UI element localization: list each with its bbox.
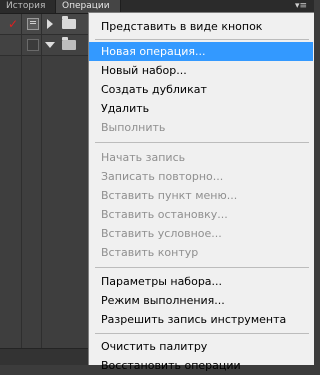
- column-divider: [41, 14, 42, 349]
- menu-item-insert-stop[interactable]: Вставить остановку...: [89, 205, 313, 224]
- menu-separator: [95, 39, 309, 40]
- menu-item-set-options[interactable]: Параметры набора...: [89, 272, 313, 291]
- menu-item-record-again[interactable]: Записать повторно...: [89, 167, 313, 186]
- actions-panel-menu: Представить в виде кнопок Новая операция…: [88, 12, 314, 372]
- menu-item-start-recording[interactable]: Начать запись: [89, 148, 313, 167]
- menu-item-allow-tool-recording[interactable]: Разрешить запись инструмента: [89, 310, 313, 329]
- toggle-check-icon[interactable]: ✓: [8, 17, 18, 31]
- menu-separator: [95, 333, 309, 334]
- menu-item-reset-actions[interactable]: Восстановить операции: [89, 356, 313, 375]
- menu-item-insert-conditional[interactable]: Вставить условное...: [89, 224, 313, 243]
- menu-item-duplicate[interactable]: Создать дубликат: [89, 80, 313, 99]
- panel-menu-icon[interactable]: ▾≡: [294, 1, 308, 11]
- dialog-toggle-icon[interactable]: [27, 39, 39, 51]
- action-row[interactable]: ✓: [0, 14, 88, 35]
- column-divider: [21, 14, 22, 349]
- menu-item-delete[interactable]: Удалить: [89, 99, 313, 118]
- action-set-folder-open-icon: [62, 37, 76, 50]
- menu-item-playback-options[interactable]: Режим выполнения...: [89, 291, 313, 310]
- action-set-folder-icon: [62, 16, 76, 29]
- menu-separator: [95, 267, 309, 268]
- menu-item-new-set[interactable]: Новый набор...: [89, 61, 313, 80]
- menu-item-new-action[interactable]: Новая операция...: [89, 42, 313, 61]
- menu-item-insert-menu-item[interactable]: Вставить пункт меню...: [89, 186, 313, 205]
- tab-history[interactable]: История: [0, 0, 61, 13]
- menu-separator: [95, 142, 309, 143]
- panel-bottom-bar: [0, 348, 88, 365]
- expand-triangle-icon[interactable]: [47, 19, 53, 29]
- collapse-triangle-icon[interactable]: [45, 42, 55, 48]
- menu-item-button-mode[interactable]: Представить в виде кнопок: [89, 17, 313, 36]
- menu-item-insert-path[interactable]: Вставить контур: [89, 243, 313, 262]
- menu-item-play[interactable]: Выполнить: [89, 118, 313, 137]
- dialog-toggle-icon[interactable]: [27, 18, 39, 30]
- menu-item-clear-all-actions[interactable]: Очистить палитру: [89, 337, 313, 356]
- action-row[interactable]: [0, 35, 88, 56]
